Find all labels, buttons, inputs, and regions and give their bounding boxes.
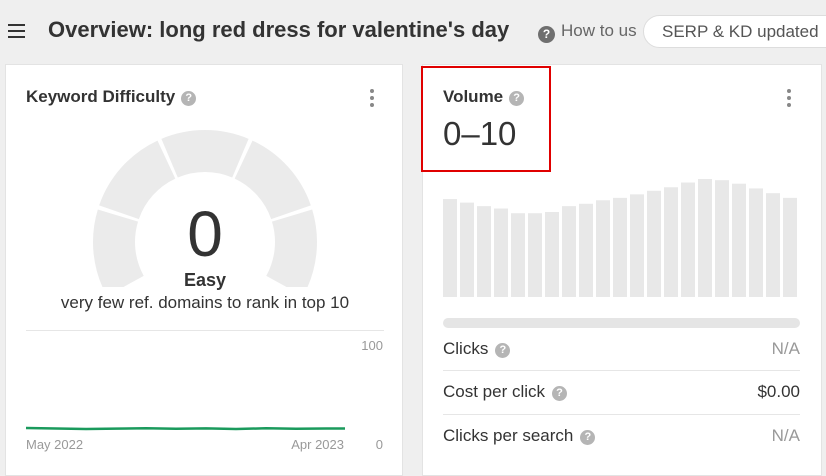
clicks-label-wrap: Clicks? (443, 339, 511, 359)
gauge-segment (161, 130, 249, 178)
cps-label: Clicks per search (443, 426, 574, 445)
volume-trend-bar (545, 212, 559, 297)
volume-trend-bar (664, 187, 678, 297)
volume-trend-bar (783, 197, 797, 297)
volume-trend-bar (528, 213, 542, 297)
volume-trend-bar (613, 197, 627, 297)
question-circle-icon: ? (538, 26, 555, 43)
hamburger-menu-icon[interactable] (8, 24, 25, 38)
metric-row-clicks-per-search: Clicks per search? N/A (443, 414, 800, 458)
page-title: Overview: long red dress for valentine's… (48, 17, 510, 42)
kd-description: very few ref. domains to rank in top 10 (60, 293, 350, 312)
volume-trend-bar (647, 190, 661, 297)
volume-trend-bar (494, 208, 508, 297)
kd-card-title: Keyword Difficulty? (26, 87, 197, 107)
metric-row-clicks: Clicks? N/A (443, 327, 800, 371)
volume-trend-bar (766, 193, 780, 297)
how-to-use-label: How to us (561, 21, 637, 40)
kd-trend-line (25, 426, 345, 431)
kd-title-text: Keyword Difficulty (26, 87, 176, 106)
volume-trend-bar (732, 183, 746, 297)
volume-trend-bar (749, 188, 763, 297)
kd-x-start-label: May 2022 (26, 437, 83, 452)
cps-help-icon[interactable]: ? (580, 430, 596, 445)
kd-history-chart: 100 0 May 2022 Apr 2023 (25, 338, 383, 452)
clicks-label: Clicks (443, 339, 489, 358)
volume-trend-bars (443, 179, 797, 297)
kd-difficulty-label: Easy (183, 270, 227, 290)
volume-highlight-box (421, 66, 551, 172)
metric-row-cpc: Cost per click? $0.00 (443, 370, 800, 414)
top-bar: Overview: long red dress for valentine's… (0, 0, 826, 62)
volume-more-options-icon[interactable] (786, 89, 792, 109)
cpc-label-wrap: Cost per click? (443, 382, 568, 402)
serp-kd-updated-badge[interactable]: SERP & KD updated (643, 15, 826, 48)
clicks-help-icon[interactable]: ? (495, 343, 511, 358)
kd-score-value: 0 (187, 198, 223, 270)
cps-label-wrap: Clicks per search? (443, 426, 596, 446)
volume-trend-bar (596, 200, 610, 297)
volume-trend-bar (477, 206, 491, 297)
volume-trend-bar (579, 203, 593, 297)
kd-y-max-label: 100 (361, 338, 383, 353)
cpc-help-icon[interactable]: ? (552, 386, 568, 401)
cps-value: N/A (771, 426, 800, 445)
kd-x-end-label: Apr 2023 (291, 437, 344, 452)
keyword-difficulty-card: Keyword Difficulty? 0 Easy very few ref.… (5, 64, 403, 476)
kd-y-min-label: 0 (376, 437, 383, 452)
volume-trend-bar (681, 182, 695, 297)
volume-trend-bar (511, 213, 525, 297)
volume-trend-bar (630, 194, 644, 297)
clicks-value: N/A (771, 339, 800, 358)
volume-trend-bar (698, 179, 712, 297)
volume-trend-bar (443, 199, 457, 297)
cpc-value: $0.00 (757, 382, 800, 401)
how-to-use-link[interactable]: ? How to us (538, 21, 637, 43)
volume-trend-bar (460, 202, 474, 297)
volume-trend-bar (715, 180, 729, 297)
cpc-label: Cost per click (443, 382, 546, 401)
kd-help-icon[interactable]: ? (181, 91, 197, 106)
volume-trend-bar (562, 206, 576, 297)
kd-more-options-icon[interactable] (369, 89, 375, 109)
